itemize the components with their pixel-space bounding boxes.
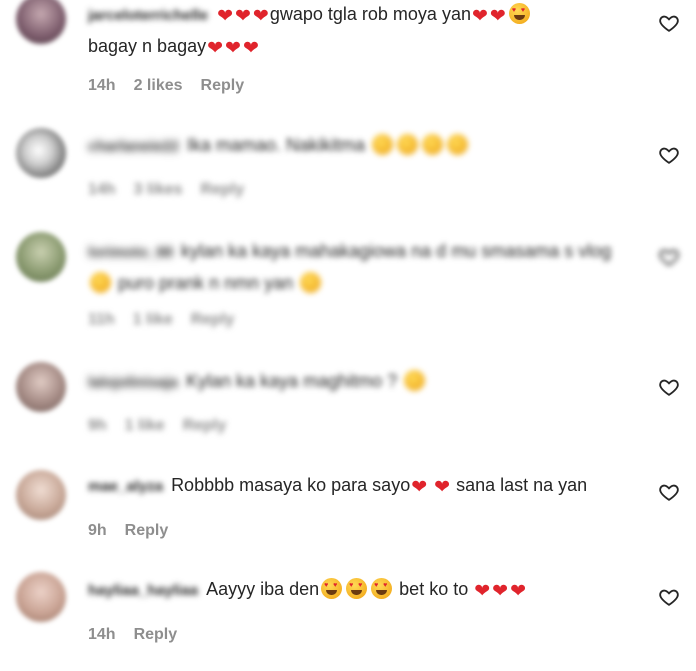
laughing-emoji-icon — [446, 134, 468, 155]
heart-outline-icon[interactable] — [658, 586, 680, 608]
comment-meta: 9h Reply — [88, 522, 186, 540]
heart-eyes-emoji-icon: ♥ ♥ — [346, 578, 368, 599]
comment-body: Aayyy iba den — [206, 579, 320, 599]
comment-username[interactable]: hayliaa_hayliaa — [88, 582, 198, 599]
heart-emoji-icon: ❤ — [510, 581, 526, 602]
heart-emoji-icon: ❤ — [474, 581, 491, 602]
avatar[interactable] — [16, 572, 66, 622]
comment-body: Ika mamao. Nakikitma — [186, 135, 365, 155]
comment-text: mae_alyza Robbbb masaya ko para sayo❤ ❤ s… — [88, 470, 626, 502]
reply-button[interactable]: Reply — [134, 626, 178, 643]
heart-outline-icon[interactable] — [658, 12, 680, 34]
heart-emoji-icon: ❤ — [225, 38, 241, 59]
reply-button[interactable]: Reply — [191, 311, 235, 328]
comment-time: 14h — [88, 77, 116, 94]
heart-emoji-icon: ❤ — [217, 6, 233, 27]
avatar[interactable] — [16, 362, 66, 412]
heart-eyes-emoji-icon: ♥ ♥ — [371, 578, 393, 599]
comment-time: 11h — [88, 311, 115, 328]
comment-meta: 14h Reply — [88, 626, 195, 644]
comment-body-line2: puro prank n nmn yan — [118, 273, 294, 293]
heart-eyes-emoji-icon: ♥ ♥ — [321, 578, 343, 599]
comment-username[interactable]: mae_alyza — [88, 478, 163, 495]
heart-outline-icon[interactable] — [658, 144, 680, 166]
comment-time: 14h — [88, 181, 116, 198]
comment-username[interactable]: lorimoto_88 — [88, 244, 173, 261]
comment-body: kylan ka kaya mahakagiowa na d mu smasam… — [181, 241, 612, 261]
comment-body: Kylan ka kaya maghitmo ? — [186, 371, 398, 391]
heart-emoji-icon: ❤ — [492, 581, 509, 602]
avatar[interactable] — [16, 0, 66, 44]
comment-likes[interactable]: 3 likes — [134, 181, 183, 198]
comment-text: hayliaa_hayliaa Aayyy iba den ♥ ♥ ♥ ♥ ♥ ♥ bet k… — [88, 574, 626, 606]
comment-text: lalojolinisaja Kylan ka kaya maghitmo ? — [88, 366, 626, 398]
heart-eyes-emoji-icon: ♥ ♥ — [508, 3, 530, 24]
heart-emoji-icon: ❤ — [207, 38, 224, 59]
comment-text: lorimoto_88 kylan ka kaya mahakagiowa na … — [88, 236, 626, 298]
comment-likes[interactable]: 1 like — [125, 417, 165, 434]
avatar[interactable] — [16, 128, 66, 178]
heart-emoji-icon: ❤ — [471, 6, 488, 27]
heart-emoji-icon: ❤ — [252, 6, 269, 27]
comment-username[interactable]: lalojolinisaja — [88, 374, 178, 391]
reply-button[interactable]: Reply — [125, 522, 169, 539]
comment-body: gwapo tgla rob moya yan — [269, 4, 471, 24]
laughing-emoji-icon — [90, 272, 111, 293]
heart-emoji-icon: ❤ — [411, 477, 428, 498]
comment-body-end: sana last na yan — [456, 475, 588, 495]
comment-username[interactable]: charlaneie22 — [88, 138, 179, 155]
comment-meta: 9h 1 like Reply — [88, 417, 244, 435]
laughing-emoji-icon — [396, 134, 418, 155]
laughing-emoji-icon — [421, 134, 443, 155]
reply-button[interactable]: Reply — [201, 77, 245, 94]
comment-likes[interactable]: 2 likes — [134, 77, 183, 94]
comment-meta: 14h 3 likes Reply — [88, 181, 262, 199]
comment-time: 14h — [88, 626, 116, 643]
comment-likes[interactable]: 1 like — [133, 311, 173, 328]
comment-time: 9h — [88, 522, 107, 539]
comment-meta: 11h 1 like Reply — [88, 311, 252, 329]
heart-emoji-icon: ❤ — [235, 6, 251, 27]
avatar[interactable] — [16, 232, 66, 282]
comment-username[interactable]: jarceloterrichelle — [88, 7, 208, 24]
heart-outline-icon[interactable] — [658, 246, 680, 268]
laughing-emoji-icon — [371, 134, 393, 155]
comment-time: 9h — [88, 417, 107, 434]
heart-outline-icon[interactable] — [658, 481, 680, 503]
laughing-emoji-icon — [300, 272, 322, 293]
heart-emoji-icon: ❤ — [489, 6, 506, 27]
comment-text: jarceloterrichelle ❤ ❤ ❤gwapo tgla rob moya… — [88, 0, 626, 61]
laughing-emoji-icon — [404, 370, 426, 391]
heart-outline-icon[interactable] — [658, 376, 680, 398]
comment-body-line2: bagay n bagay — [88, 36, 207, 56]
comment-body-end: bet ko to — [399, 579, 469, 599]
comment-text: charlaneie22 Ika mamao. Nakikitma — [88, 130, 626, 162]
heart-emoji-icon: ❤ — [434, 477, 451, 498]
comment-meta: 14h 2 likes Reply — [88, 77, 262, 95]
reply-button[interactable]: Reply — [201, 181, 245, 198]
comment-body: Robbbb masaya ko para sayo — [171, 475, 411, 495]
heart-emoji-icon: ❤ — [242, 38, 259, 59]
avatar[interactable] — [16, 470, 66, 520]
reply-button[interactable]: Reply — [183, 417, 227, 434]
